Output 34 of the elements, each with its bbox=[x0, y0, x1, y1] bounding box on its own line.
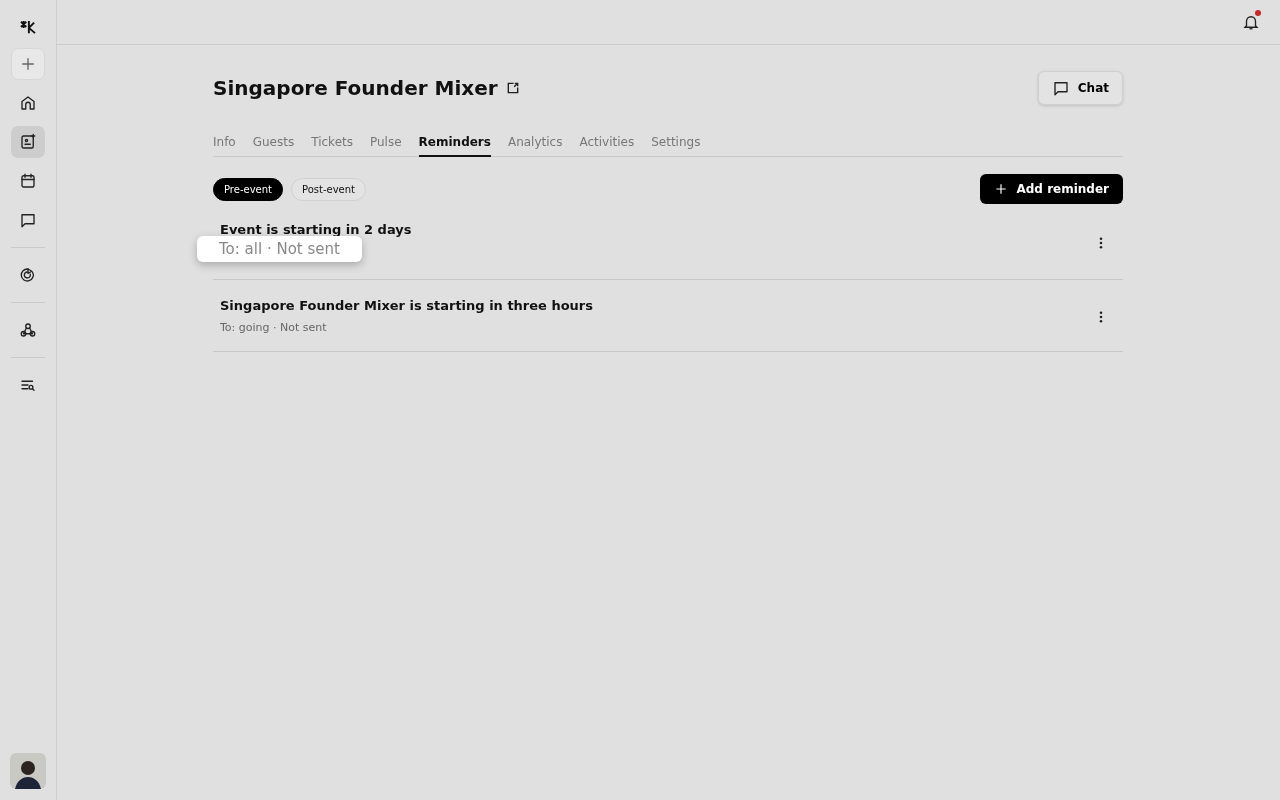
chat-bubble-icon bbox=[1051, 79, 1070, 97]
reminder-title: Singapore Founder Mixer is starting in three hours bbox=[220, 298, 594, 313]
reminder-detail: To: all · Not sent bbox=[197, 236, 362, 262]
target-icon bbox=[19, 266, 37, 284]
more-options-icon[interactable] bbox=[1099, 310, 1103, 323]
sidebar-item[interactable] bbox=[11, 126, 45, 158]
tab[interactable]: Analytics bbox=[507, 135, 563, 157]
reminder-detail: To: going · Not sent bbox=[220, 321, 328, 335]
add-reminder-button[interactable]: Add reminder bbox=[980, 174, 1123, 204]
home-icon bbox=[19, 94, 37, 112]
logo-icon[interactable] bbox=[19, 20, 37, 34]
notification-bell-icon[interactable] bbox=[1242, 13, 1260, 31]
tab[interactable]: Settings bbox=[651, 135, 701, 157]
chat-bubble-icon bbox=[19, 211, 37, 229]
filter-chip[interactable]: Post-event bbox=[291, 177, 366, 201]
webhook-icon bbox=[19, 321, 37, 339]
more-options-icon[interactable] bbox=[1099, 236, 1103, 249]
calendar-icon bbox=[19, 172, 37, 190]
external-link-icon[interactable] bbox=[505, 81, 520, 95]
tab[interactable]: Guests bbox=[252, 135, 295, 157]
event-page-icon bbox=[19, 133, 37, 151]
plus-icon bbox=[19, 55, 37, 73]
tab[interactable]: Pulse bbox=[370, 135, 402, 157]
reminder-title: Event is starting in 2 days bbox=[220, 222, 413, 237]
tab[interactable]: Info bbox=[213, 135, 236, 157]
filter-chip[interactable]: Pre-event bbox=[213, 177, 283, 201]
tab[interactable]: Activities bbox=[579, 135, 635, 157]
create-button[interactable] bbox=[11, 48, 45, 80]
tab[interactable]: Tickets bbox=[311, 135, 353, 157]
chat-button[interactable]: Chat bbox=[1037, 71, 1123, 105]
avatar[interactable] bbox=[10, 753, 46, 789]
tab[interactable]: Reminders bbox=[418, 135, 491, 157]
event-title: Singapore Founder Mixer bbox=[213, 76, 498, 100]
plus-icon bbox=[994, 182, 1009, 196]
